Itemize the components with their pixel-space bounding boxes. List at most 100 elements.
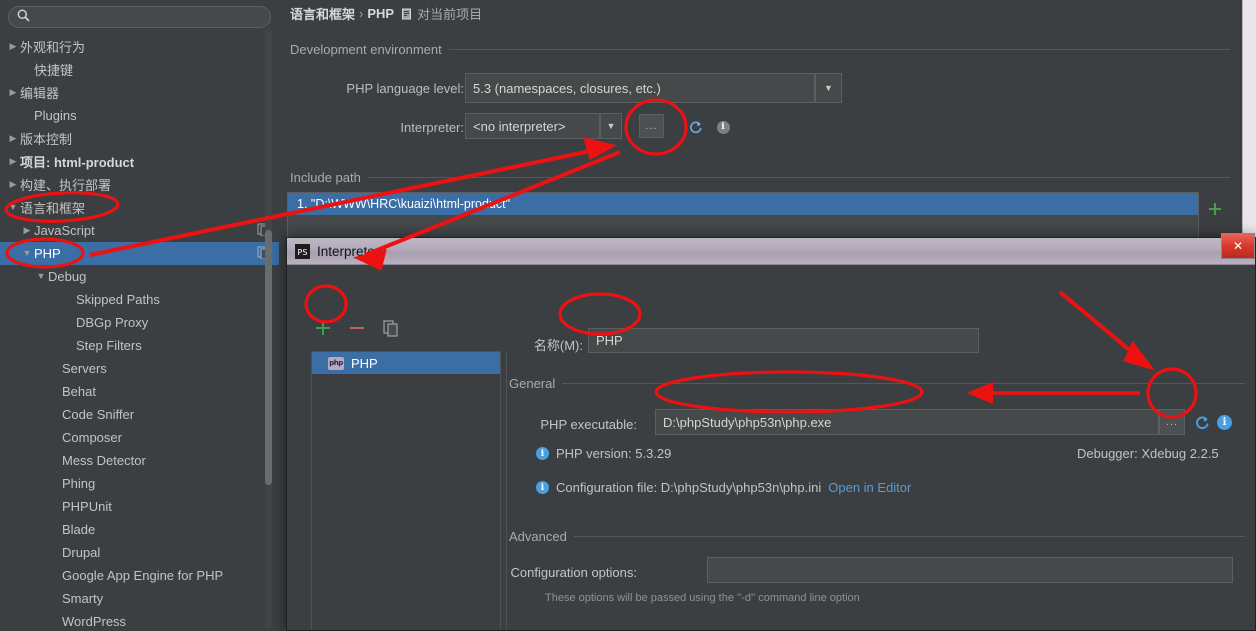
- breadcrumb: 语言和框架 › PHP 对当前项目: [290, 4, 482, 23]
- sidebar-search-row: [0, 0, 279, 33]
- sidebar-item-label: DBGp Proxy: [76, 315, 149, 330]
- group-general-label: General: [509, 376, 556, 391]
- debugger-text: Debugger: Xdebug 2.2.5: [1077, 446, 1219, 461]
- search-box[interactable]: [8, 6, 271, 28]
- open-in-editor-link[interactable]: Open in Editor: [828, 480, 911, 495]
- dialog-splitter[interactable]: [506, 351, 507, 630]
- sidebar-item-debug[interactable]: ▼ Debug: [0, 265, 279, 288]
- chevron-right-icon[interactable]: ▶: [6, 157, 20, 166]
- chevron-down-icon[interactable]: ▼: [34, 272, 48, 281]
- php-executable-refresh-icon[interactable]: [1193, 414, 1210, 431]
- sidebar-item-behat[interactable]: Behat: [0, 380, 279, 403]
- chevron-right-icon[interactable]: ▶: [6, 134, 20, 143]
- copy-interpreter-button[interactable]: [381, 318, 401, 338]
- interpreters-dialog: PS Interpreters ✕ php PHP 名称(M): PHP Gen…: [286, 233, 1256, 631]
- sidebar-item-composer[interactable]: Composer: [0, 426, 279, 449]
- sidebar-item-label: Code Sniffer: [62, 407, 135, 422]
- group-development-environment-label: Development environment: [290, 42, 442, 57]
- sidebar-item-label: 外观和行为: [20, 40, 86, 55]
- sidebar-item-mess-detector[interactable]: Mess Detector: [0, 449, 279, 472]
- group-include-path: Include path: [290, 170, 1230, 185]
- close-icon[interactable]: ✕: [1221, 233, 1255, 259]
- interpreter-info-icon[interactable]: i: [715, 119, 731, 135]
- search-input[interactable]: [30, 10, 262, 24]
- chevron-right-icon[interactable]: ▶: [20, 226, 34, 235]
- sidebar-item-wordpress[interactable]: WordPress: [0, 610, 279, 631]
- svg-text:PS: PS: [298, 248, 308, 257]
- name-label: 名称(M):: [533, 338, 583, 353]
- sidebar-item-phing[interactable]: Phing: [0, 472, 279, 495]
- php-executable-value: D:\phpStudy\php53n\php.exe: [663, 414, 832, 430]
- sidebar-item-php[interactable]: ▼ PHP: [0, 242, 279, 265]
- include-path-list[interactable]: 1. "D:\WWW\HRC\kuaizi\html-product": [287, 192, 1199, 242]
- sidebar-item-google-app-engine-for-php[interactable]: Google App Engine for PHP: [0, 564, 279, 587]
- chevron-right-icon[interactable]: ▶: [6, 180, 20, 189]
- add-interpreter-button[interactable]: [313, 318, 333, 338]
- chevron-down-icon[interactable]: ▼: [20, 249, 34, 258]
- configuration-options-label: Configuration options:: [510, 565, 637, 580]
- php-language-level-field[interactable]: 5.3 (namespaces, closures, etc.): [465, 73, 815, 103]
- sidebar-item-dbgp-proxy[interactable]: DBGp Proxy: [0, 311, 279, 334]
- sidebar-item-label: Debug: [48, 269, 87, 284]
- php-executable-browse-button[interactable]: ...: [1159, 409, 1185, 435]
- breadcrumb-scope-label: 对当前项目: [417, 7, 483, 22]
- sidebar-item-[interactable]: ▶ 版本控制: [0, 127, 279, 150]
- sidebar-item-[interactable]: ▶ 外观和行为: [0, 35, 279, 58]
- sidebar-item-javascript[interactable]: ▶ JavaScript: [0, 219, 279, 242]
- breadcrumb-parent[interactable]: 语言和框架: [290, 4, 355, 23]
- group-advanced: Advanced: [509, 529, 1245, 544]
- sidebar-item-label: PHP: [34, 246, 61, 261]
- interpreter-field[interactable]: <no interpreter>: [465, 113, 600, 139]
- sidebar-item-label: Mess Detector: [62, 453, 146, 468]
- sidebar-item-servers[interactable]: Servers: [0, 357, 279, 380]
- sidebar-item-step-filters[interactable]: Step Filters: [0, 334, 279, 357]
- dialog-titlebar[interactable]: PS Interpreters ✕: [287, 233, 1255, 265]
- php-executable-info-icon[interactable]: i: [1216, 414, 1233, 431]
- sidebar-item-label: Drupal: [62, 545, 101, 560]
- sidebar-item-code-sniffer[interactable]: Code Sniffer: [0, 403, 279, 426]
- main-pane-scrollbar[interactable]: [1242, 0, 1256, 245]
- interpreter-value: <no interpreter>: [473, 118, 566, 134]
- sidebar-item-plugins[interactable]: Plugins: [0, 104, 279, 127]
- settings-tree: ▶ 外观和行为 快捷键 ▶ 编辑器 Plugins ▶ 版本控制 ▶ 项目: html-produ…: [0, 33, 279, 631]
- sidebar-item-[interactable]: ▼ 语言和框架: [0, 196, 279, 219]
- interpreter-browse-button[interactable]: ...: [639, 114, 664, 138]
- chevron-down-icon[interactable]: ▼: [6, 203, 20, 212]
- chevron-right-icon[interactable]: ▶: [6, 42, 20, 51]
- chevron-right-icon[interactable]: ▶: [6, 88, 20, 97]
- sidebar-item-label: 构建、执行部署: [20, 178, 112, 193]
- sidebar-item-smarty[interactable]: Smarty: [0, 587, 279, 610]
- sidebar-item-drupal[interactable]: Drupal: [0, 541, 279, 564]
- name-field[interactable]: PHP: [588, 328, 979, 353]
- php-executable-field[interactable]: D:\phpStudy\php53n\php.exe: [655, 409, 1159, 435]
- php-language-level-dropdown-arrow[interactable]: ▼: [815, 73, 842, 103]
- sidebar-item-[interactable]: 快捷键: [0, 58, 279, 81]
- sidebar-item-label: 版本控制: [20, 132, 73, 147]
- interpreter-refresh-icon[interactable]: [687, 119, 703, 135]
- group-development-environment: Development environment: [290, 42, 1230, 57]
- php-icon: php: [328, 356, 344, 370]
- info-icon: i: [536, 481, 549, 494]
- sidebar-item-[interactable]: ▶ 构建、执行部署: [0, 173, 279, 196]
- sidebar-item-phpunit[interactable]: PHPUnit: [0, 495, 279, 518]
- sidebar-item-[interactable]: ▶ 编辑器: [0, 81, 279, 104]
- php-language-level-value: 5.3 (namespaces, closures, etc.): [473, 80, 661, 96]
- list-item-label: PHP: [351, 355, 378, 371]
- include-path-row[interactable]: 1. "D:\WWW\HRC\kuaizi\html-product": [288, 193, 1198, 215]
- group-divider: [448, 49, 1230, 50]
- sidebar-item-label: 项目: html-product: [20, 155, 135, 170]
- interpreters-list[interactable]: php PHP: [311, 351, 501, 630]
- breadcrumb-current: PHP: [367, 6, 395, 21]
- configuration-options-field[interactable]: [707, 557, 1233, 583]
- sidebar-scrollbar-thumb[interactable]: [265, 230, 272, 485]
- interpreter-dropdown-arrow[interactable]: ▼: [600, 113, 622, 139]
- list-item[interactable]: php PHP: [312, 352, 500, 374]
- settings-window: ▶ 外观和行为 快捷键 ▶ 编辑器 Plugins ▶ 版本控制 ▶ 项目: html-produ…: [0, 0, 1256, 631]
- include-path-add-button[interactable]: [1204, 198, 1226, 220]
- sidebar-item-html-product[interactable]: ▶ 项目: html-product: [0, 150, 279, 173]
- search-icon: [17, 9, 30, 25]
- sidebar-item-skipped-paths[interactable]: Skipped Paths: [0, 288, 279, 311]
- remove-interpreter-button[interactable]: [347, 318, 367, 338]
- php-version-line: i PHP version: 5.3.29: [536, 446, 671, 461]
- sidebar-item-blade[interactable]: Blade: [0, 518, 279, 541]
